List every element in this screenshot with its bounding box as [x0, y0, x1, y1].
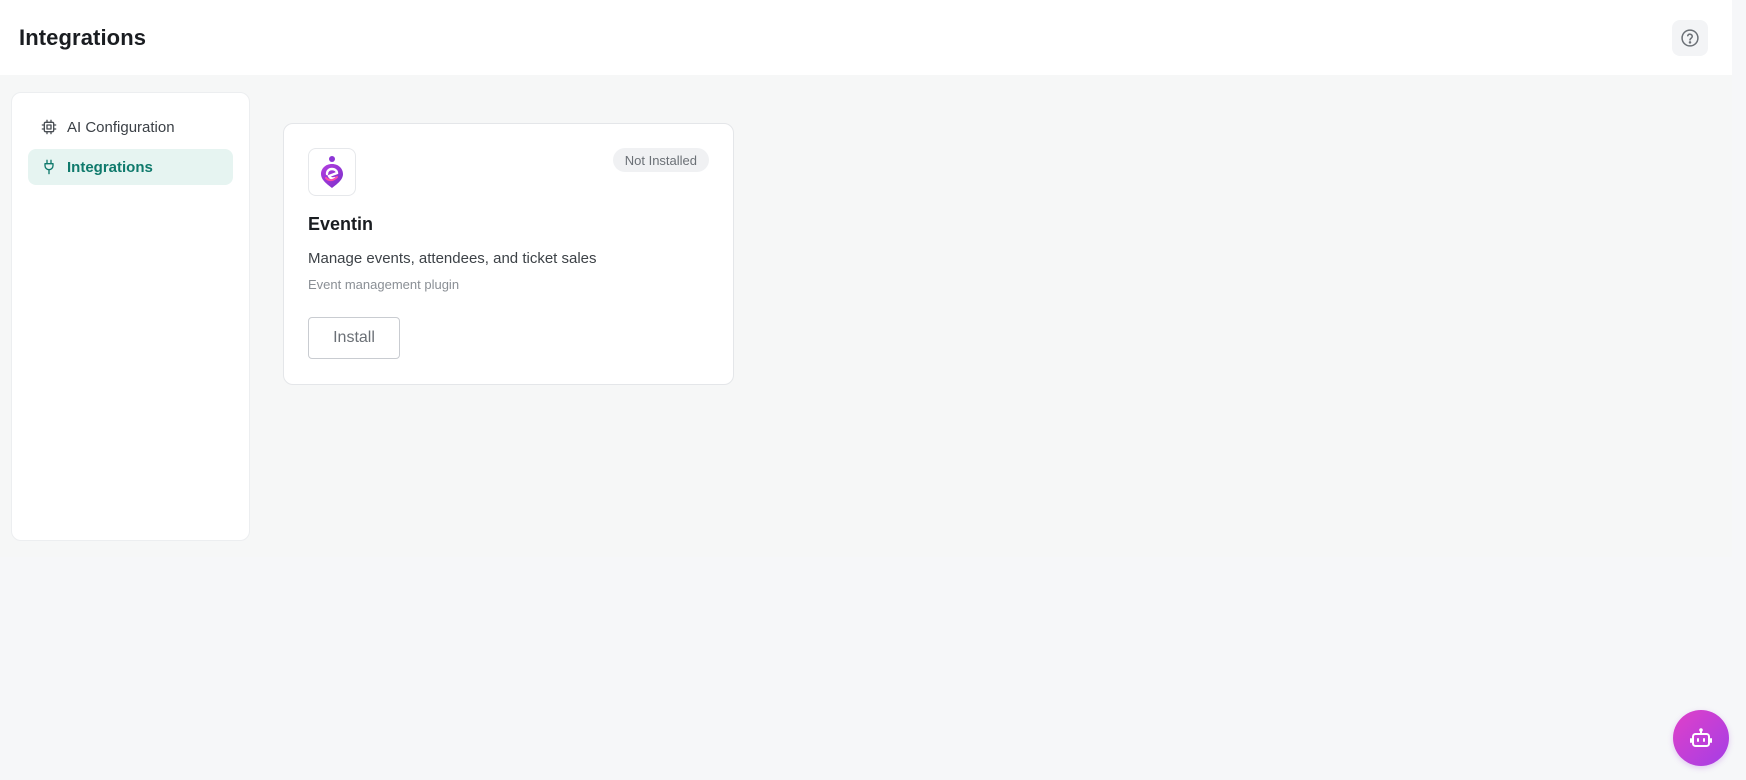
- sidebar-item-label: AI Configuration: [67, 118, 175, 136]
- plug-icon: [44, 159, 54, 175]
- integration-subtitle: Event management plugin: [308, 277, 460, 292]
- settings-sidebar: AI Configuration Integrations: [11, 92, 250, 541]
- page-title: Integrations: [19, 24, 147, 50]
- install-button[interactable]: Install: [308, 317, 400, 359]
- eventin-logo-icon: [321, 156, 343, 188]
- integration-card: Not Installed Eventin Manage events, att…: [283, 123, 734, 385]
- help-button[interactable]: [1672, 19, 1708, 56]
- top-bar: Integrations: [0, 0, 1732, 75]
- integration-description: Manage events, attendees, and ticket sal…: [308, 250, 597, 267]
- integration-name: Eventin: [308, 214, 374, 234]
- help-circle-icon: [1681, 28, 1699, 47]
- content-area: AI Configuration Integrations Not Instal…: [0, 75, 1732, 557]
- status-badge: Not Installed: [612, 148, 709, 172]
- integration-logo: [308, 148, 356, 196]
- scrollbar[interactable]: [1732, 0, 1746, 780]
- sidebar-item-label: Integrations: [67, 158, 153, 176]
- sidebar-item-ai-configuration[interactable]: AI Configuration: [28, 109, 233, 145]
- bot-icon: [1690, 728, 1712, 747]
- ai-assistant-button[interactable]: [1673, 710, 1729, 766]
- cpu-chip-icon: [41, 119, 57, 135]
- sidebar-item-integrations[interactable]: Integrations: [28, 149, 233, 185]
